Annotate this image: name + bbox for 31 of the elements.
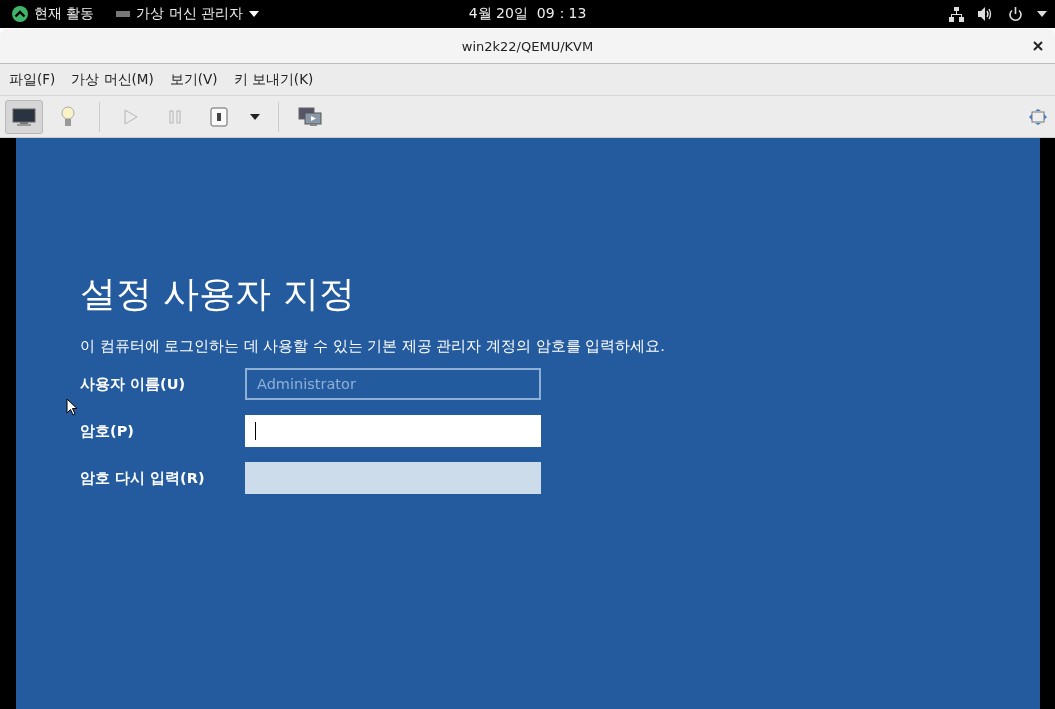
window-title: win2k22/QEMU/KVM <box>461 38 594 54</box>
logo-icon <box>12 6 28 22</box>
power-icon[interactable] <box>1008 6 1023 22</box>
caret-icon <box>249 11 260 17</box>
app-icon <box>116 10 131 18</box>
mouse-cursor-icon <box>66 398 78 416</box>
menu-item[interactable]: 파일(F) <box>9 70 56 89</box>
input-field[interactable] <box>245 415 541 447</box>
menu-item[interactable]: 가상 머신(M) <box>71 70 154 89</box>
console-button[interactable] <box>5 99 43 134</box>
volume-icon[interactable] <box>978 7 994 21</box>
field-label: 암호(P) <box>80 421 135 441</box>
monitor-icon <box>12 107 36 126</box>
menu-item[interactable]: 보기(V) <box>169 70 218 89</box>
switch-icon <box>210 106 228 127</box>
menu-item[interactable]: 키 보내기(K) <box>233 70 314 89</box>
monitors-icon <box>298 106 322 127</box>
pause-icon <box>169 109 181 124</box>
caret-icon <box>250 113 260 120</box>
close-icon[interactable] <box>1033 41 1043 51</box>
field-label: 사용자 이름(U) <box>80 374 187 394</box>
setup-heading: 설정 사용자 지정 <box>80 272 356 316</box>
activities-button[interactable]: 현재 활동 <box>12 5 95 23</box>
lightbulb-icon <box>60 105 76 128</box>
clock[interactable]: 4월 20일 09：13 <box>468 5 587 23</box>
app-menu[interactable]: 가상 머신 관리자 <box>116 5 260 23</box>
caret-icon[interactable] <box>1037 11 1047 17</box>
network-icon[interactable] <box>949 6 964 22</box>
setup-description: 이 컴퓨터에 로그인하는 데 사용할 수 있는 기본 제공 관리자 계정의 암호를 입력하세요. <box>80 337 666 356</box>
field-label: 암호 다시 입력(R) <box>80 468 206 488</box>
play-icon <box>124 108 138 125</box>
